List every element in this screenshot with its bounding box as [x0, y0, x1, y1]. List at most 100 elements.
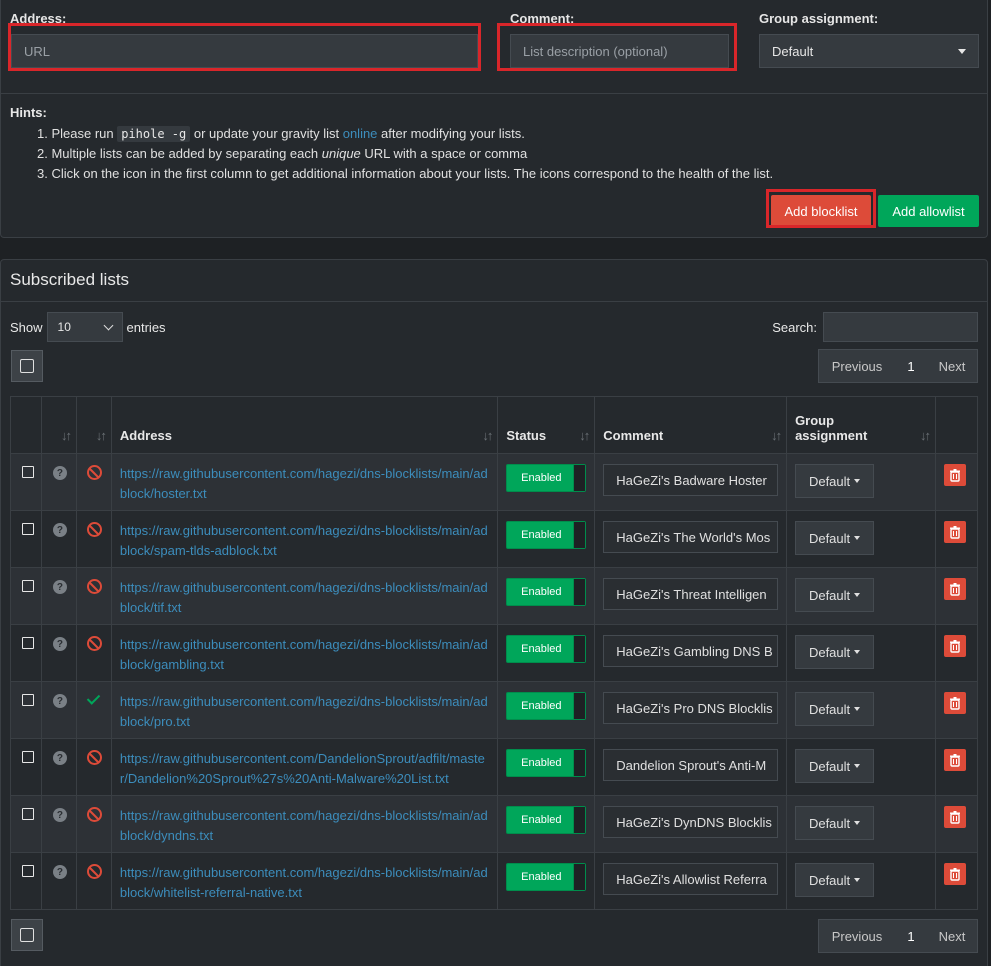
hint-1-text: 1. Please run [37, 126, 118, 141]
delete-button[interactable] [944, 806, 966, 828]
page-1-button[interactable]: 1 [895, 920, 927, 952]
group-dropdown[interactable]: Default [795, 521, 875, 555]
comment-field[interactable]: HaGeZi's Gambling DNS B [603, 635, 779, 667]
ban-icon[interactable] [86, 750, 102, 765]
status-toggle[interactable]: Enabled [506, 635, 587, 663]
delete-button[interactable] [944, 863, 966, 885]
group-dropdown[interactable]: Default [795, 635, 875, 669]
delete-button[interactable] [944, 749, 966, 771]
address-link[interactable]: https://raw.githubusercontent.com/hagezi… [112, 625, 497, 675]
page-1-button[interactable]: 1 [895, 350, 927, 382]
row-checkbox[interactable] [22, 466, 34, 478]
toggle-knob [573, 693, 586, 719]
group-dropdown[interactable]: Default [795, 806, 875, 840]
select-all-button-bottom[interactable] [11, 919, 43, 951]
delete-button[interactable] [944, 464, 966, 486]
address-link[interactable]: https://raw.githubusercontent.com/hagezi… [112, 454, 497, 504]
group-dropdown[interactable]: Default [795, 692, 875, 726]
comment-input[interactable]: List description (optional) [510, 34, 729, 68]
header-status-label: Status [506, 428, 547, 443]
question-icon[interactable]: ? [52, 523, 67, 537]
ban-icon[interactable] [86, 807, 102, 822]
status-label: Enabled [521, 700, 562, 712]
status-cell: Enabled [497, 510, 596, 568]
header-status[interactable]: Status ↓↑ [497, 396, 596, 454]
header-group-label: Group assignment [795, 413, 868, 443]
address-link[interactable]: https://raw.githubusercontent.com/Dandel… [112, 739, 497, 789]
add-blocklist-button[interactable]: Add blocklist [771, 195, 871, 227]
online-link[interactable]: online [343, 126, 378, 141]
question-icon[interactable]: ? [52, 694, 67, 708]
comment-field[interactable]: HaGeZi's The World's Mos [603, 521, 779, 553]
status-toggle[interactable]: Enabled [506, 521, 587, 549]
row-checkbox[interactable] [22, 580, 34, 592]
group-dropdown[interactable]: Default [795, 863, 875, 897]
next-button[interactable]: Next [927, 920, 977, 952]
group-dropdown[interactable]: Default [795, 578, 875, 612]
header-info[interactable]: ↓↑ [40, 396, 77, 454]
page-length-select[interactable]: 10 [46, 312, 123, 342]
ban-icon[interactable] [86, 864, 102, 879]
comment-cell: HaGeZi's Pro DNS Blocklis [594, 681, 788, 739]
question-icon[interactable]: ? [52, 865, 67, 879]
status-toggle[interactable]: Enabled [506, 464, 587, 492]
select-all-button-top[interactable] [11, 350, 43, 382]
address-link[interactable]: https://raw.githubusercontent.com/hagezi… [112, 568, 497, 618]
address-link[interactable]: https://raw.githubusercontent.com/hagezi… [112, 853, 497, 903]
comment-field[interactable]: HaGeZi's Threat Intelligen [603, 578, 779, 610]
search-input[interactable] [823, 312, 978, 342]
group-dropdown[interactable]: Default [795, 464, 875, 498]
row-checkbox[interactable] [22, 637, 34, 649]
address-link[interactable]: https://raw.githubusercontent.com/hagezi… [112, 796, 497, 846]
comment-field[interactable]: Dandelion Sprout's Anti-M [603, 749, 779, 781]
status-toggle[interactable]: Enabled [506, 749, 587, 777]
address-link[interactable]: https://raw.githubusercontent.com/hagezi… [112, 682, 497, 732]
status-toggle[interactable]: Enabled [506, 578, 587, 606]
question-icon[interactable]: ? [52, 751, 67, 765]
row-checkbox[interactable] [22, 865, 34, 877]
row-checkbox[interactable] [22, 694, 34, 706]
group-dropdown[interactable]: Default [795, 749, 875, 783]
previous-button[interactable]: Previous [819, 920, 895, 952]
status-toggle[interactable]: Enabled [506, 692, 587, 720]
ban-icon[interactable] [86, 579, 102, 594]
address-link[interactable]: https://raw.githubusercontent.com/hagezi… [112, 511, 497, 561]
header-comment-label: Comment [603, 428, 664, 443]
ban-icon[interactable] [86, 522, 102, 537]
delete-button[interactable] [944, 635, 966, 657]
comment-field[interactable]: HaGeZi's DynDNS Blocklis [603, 806, 779, 838]
comment-field[interactable]: HaGeZi's Allowlist Referra [603, 863, 779, 895]
delete-button[interactable] [944, 521, 966, 543]
action-cell [935, 453, 978, 511]
header-comment[interactable]: Comment ↓↑ [594, 396, 788, 454]
group-assignment-label: Group assignment: [759, 11, 879, 26]
next-button[interactable]: Next [927, 350, 977, 382]
header-group[interactable]: Group assignment ↓↑ [786, 396, 936, 454]
header-address[interactable]: Address ↓↑ [110, 396, 499, 454]
status-toggle[interactable]: Enabled [506, 863, 587, 891]
status-toggle[interactable]: Enabled [506, 806, 587, 834]
status-cell: Enabled [497, 738, 596, 796]
question-icon[interactable]: ? [52, 637, 67, 651]
row-checkbox[interactable] [22, 808, 34, 820]
question-icon[interactable]: ? [52, 808, 67, 822]
comment-field[interactable]: HaGeZi's Badware Hoster [603, 464, 779, 496]
select-cell [10, 453, 42, 511]
address-input[interactable]: URL [11, 34, 478, 68]
comment-field[interactable]: HaGeZi's Pro DNS Blocklis [603, 692, 779, 724]
delete-button[interactable] [944, 578, 966, 600]
question-icon[interactable]: ? [52, 466, 67, 480]
add-allowlist-button[interactable]: Add allowlist [878, 195, 979, 227]
question-icon[interactable]: ? [52, 580, 67, 594]
group-value: Default [808, 758, 851, 774]
delete-button[interactable] [944, 692, 966, 714]
row-checkbox[interactable] [22, 523, 34, 535]
header-health[interactable]: ↓↑ [75, 396, 112, 454]
group-assignment-select[interactable]: Default [759, 34, 979, 68]
previous-button[interactable]: Previous [819, 350, 895, 382]
check-icon[interactable] [88, 694, 102, 702]
ban-icon[interactable] [86, 636, 102, 651]
ban-icon[interactable] [86, 465, 102, 480]
row-checkbox[interactable] [22, 751, 34, 763]
group-cell: Default [786, 795, 936, 853]
